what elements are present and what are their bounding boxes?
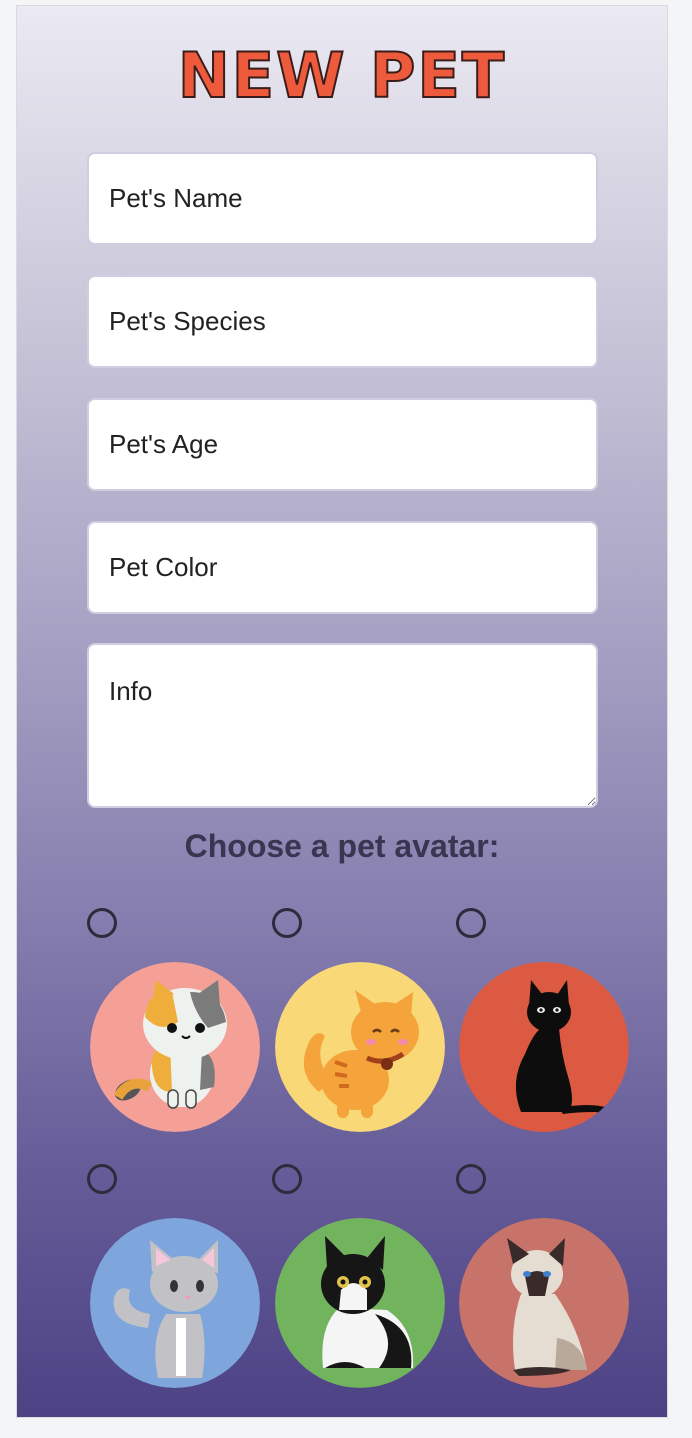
avatar-radio-4[interactable] <box>87 1164 117 1194</box>
pet-name-input[interactable] <box>87 152 598 245</box>
avatar-siamese-cat[interactable] <box>459 1218 629 1388</box>
black-cat-icon <box>459 962 629 1132</box>
avatar-tuxedo-cat[interactable] <box>275 1218 445 1388</box>
gray-cat-icon <box>90 1218 260 1388</box>
pet-color-input[interactable] <box>87 521 598 614</box>
pet-info-textarea[interactable] <box>87 643 598 808</box>
calico-cat-icon <box>90 962 260 1132</box>
avatar-black-cat[interactable] <box>459 962 629 1132</box>
siamese-cat-icon <box>459 1218 629 1388</box>
pet-species-input[interactable] <box>87 275 598 368</box>
avatar-gray-cat[interactable] <box>90 1218 260 1388</box>
avatar-prompt: Choose a pet avatar: <box>184 828 500 864</box>
page-title: NEW PET <box>177 38 507 113</box>
pet-age-input[interactable] <box>87 398 598 491</box>
orange-tabby-cat-icon <box>275 962 445 1132</box>
avatar-radio-6[interactable] <box>456 1164 486 1194</box>
new-pet-card: NEW PET Choose a pet avatar: <box>16 5 668 1418</box>
avatar-radio-1[interactable] <box>87 908 117 938</box>
avatar-calico[interactable] <box>90 962 260 1132</box>
avatar-radio-2[interactable] <box>272 908 302 938</box>
avatar-radio-5[interactable] <box>272 1164 302 1194</box>
avatar-orange-tabby[interactable] <box>275 962 445 1132</box>
avatar-radio-3[interactable] <box>456 908 486 938</box>
tuxedo-cat-icon <box>275 1218 445 1388</box>
